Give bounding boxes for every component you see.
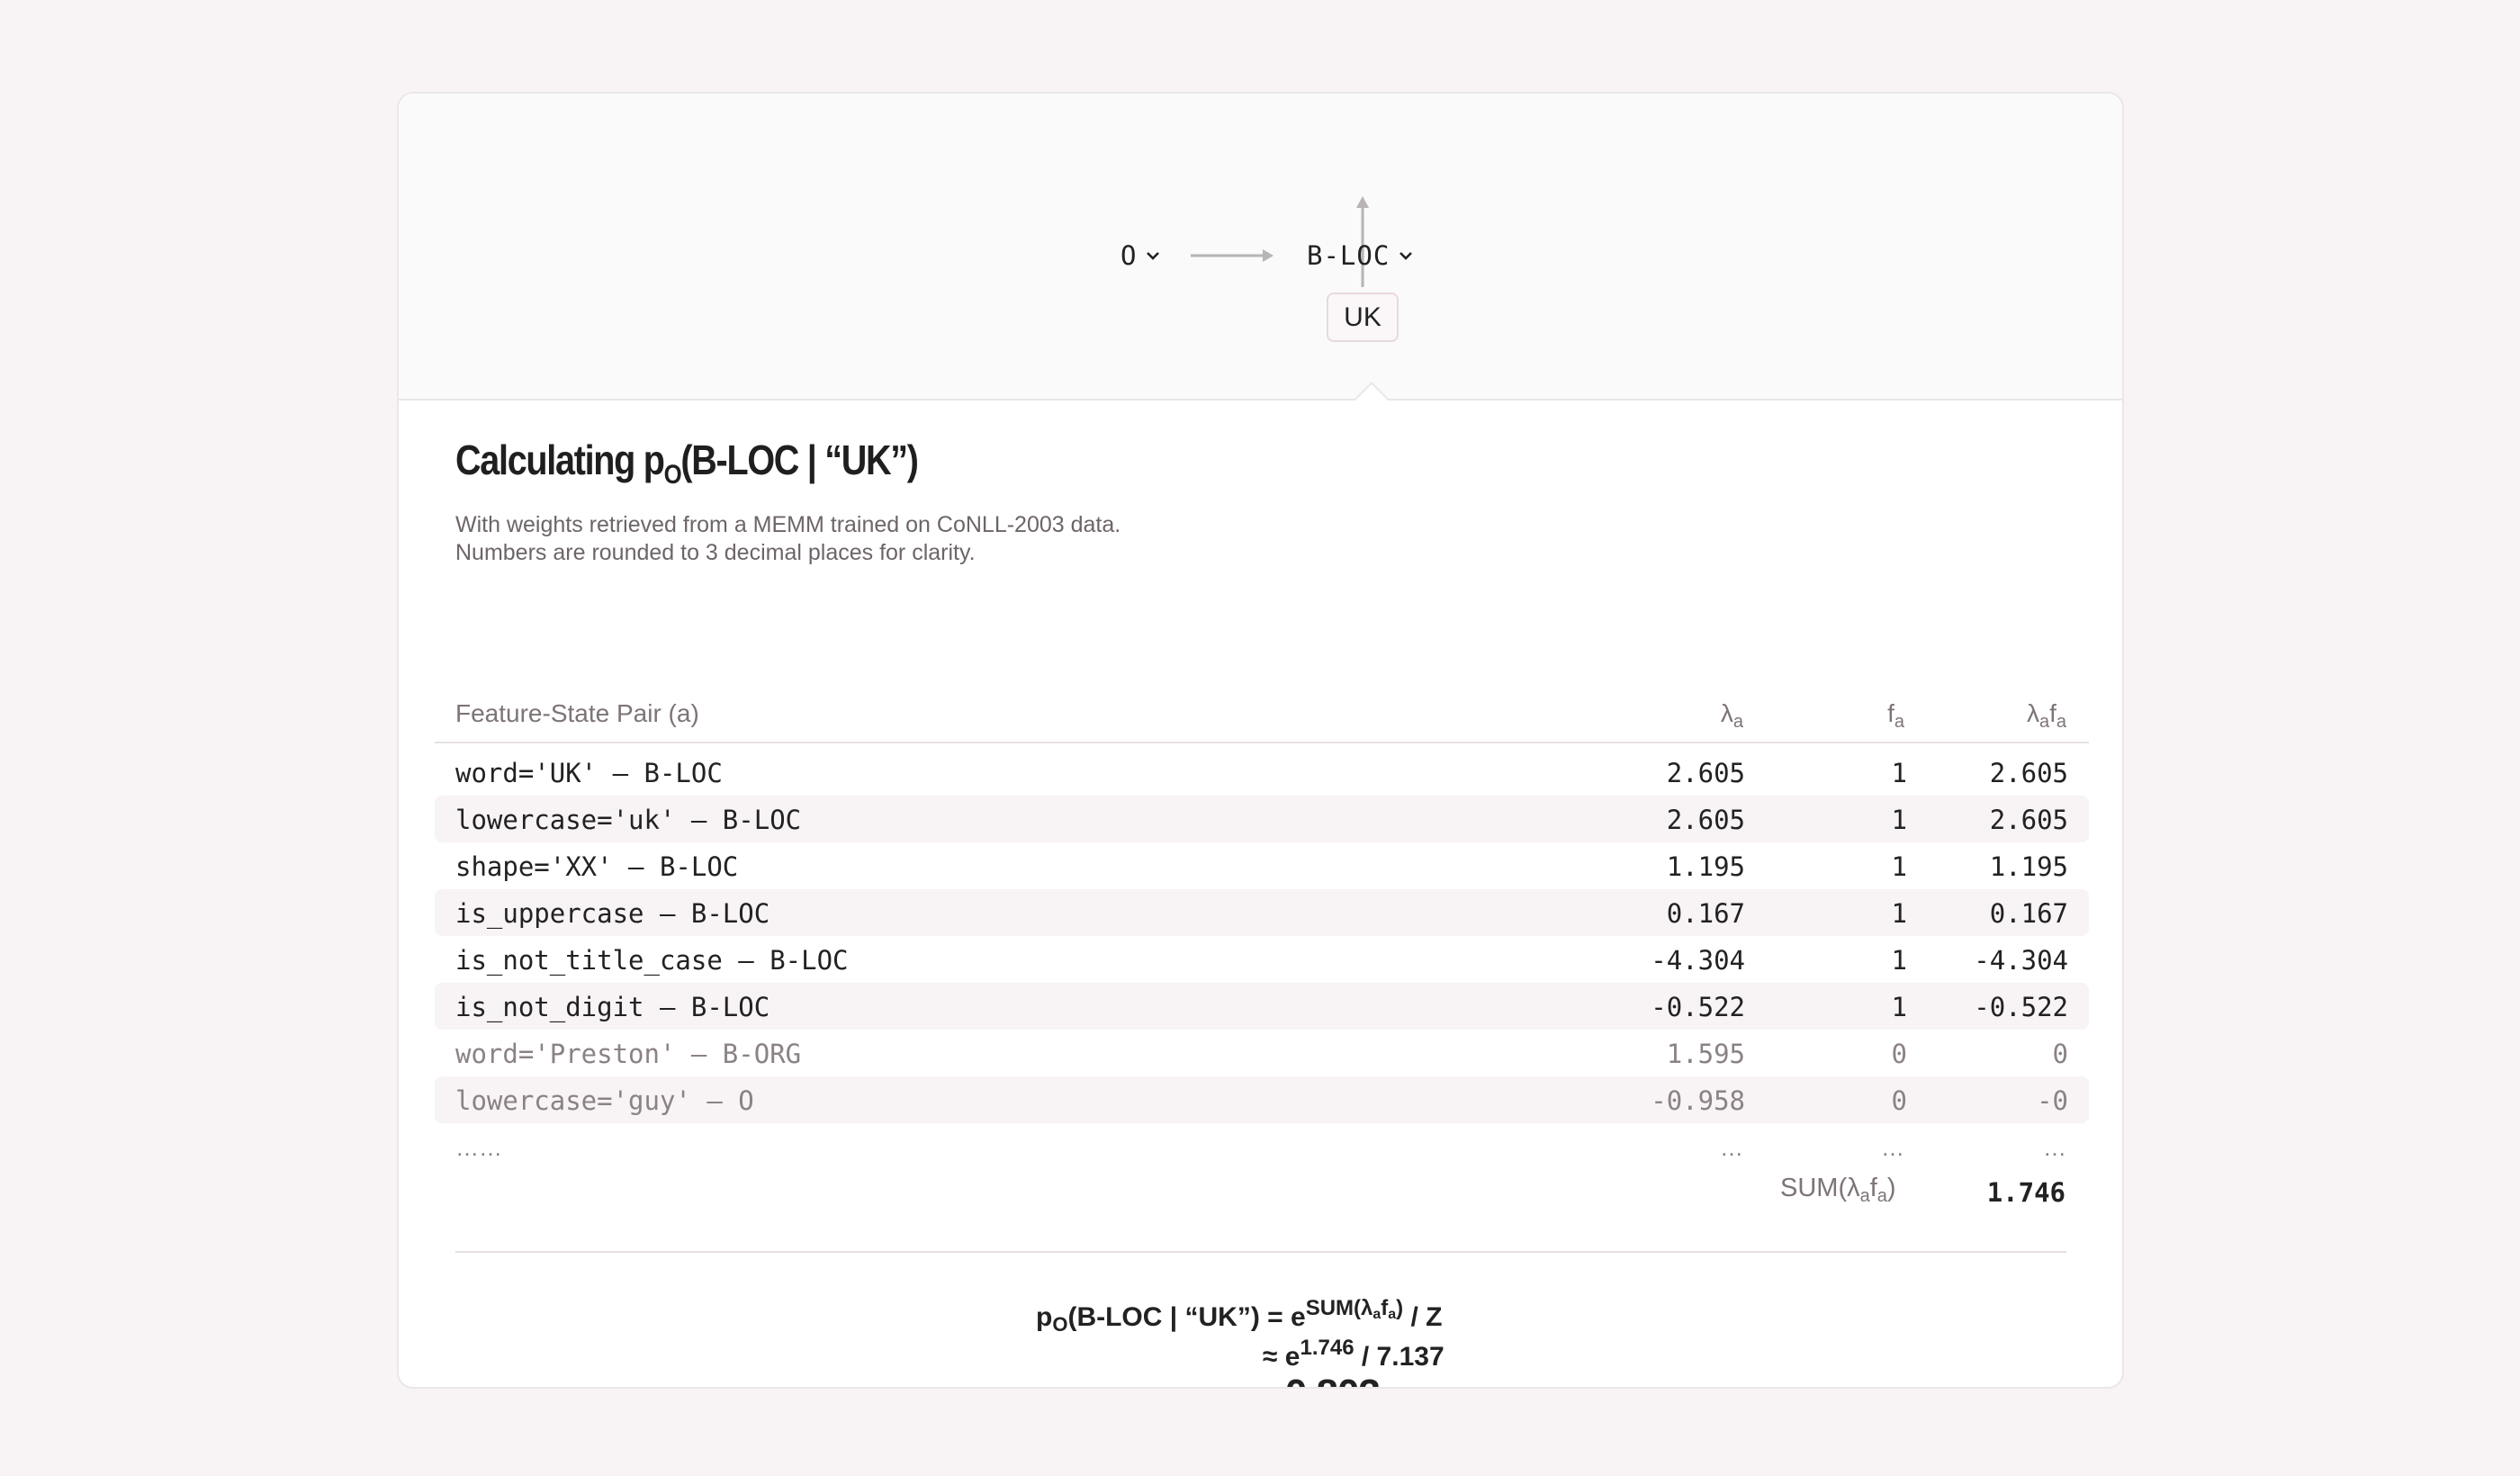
f-cell: 1	[1891, 851, 1907, 882]
title-prefix: Calculating p	[455, 436, 665, 483]
header-feature: Feature-State Pair (a)	[455, 699, 699, 727]
table-row: word='Preston' — B-ORG 1.595 0 0	[435, 1030, 2089, 1076]
transition-arrowhead	[1263, 249, 1274, 262]
to-state-dropdown[interactable]: B-LOC	[1307, 238, 1415, 274]
f-cell: 0	[1891, 1039, 1907, 1069]
title-suffix: (B-LOC | “UK”)	[680, 436, 919, 483]
product-cell: 1.195	[1989, 851, 2068, 882]
lambda-cell: -0.958	[1651, 1085, 1745, 1116]
f-cell: 0	[1891, 1085, 1907, 1116]
product-cell: -0	[2037, 1085, 2068, 1116]
f-cell: 1	[1891, 758, 1907, 788]
lambda-cell: -0.522	[1651, 992, 1745, 1022]
header-lambda: λa	[1720, 699, 1743, 732]
f-cell: 1	[1891, 945, 1907, 976]
f-cell: 1	[1891, 992, 1907, 1022]
f-cell: 1	[1891, 805, 1907, 835]
feature-cell: is_not_digit — B-LOC	[455, 992, 770, 1022]
header-divider	[435, 742, 2089, 743]
table-row: is_not_digit — B-LOC -0.522 1 -0.522	[435, 983, 2089, 1030]
lambda-cell: 1.595	[1666, 1039, 1745, 1069]
formula-line-2: ≈ e1.746 / 7.137	[1263, 1336, 1444, 1372]
feature-cell: word='Preston' — B-ORG	[455, 1039, 802, 1069]
chevron-down-icon	[1400, 252, 1413, 260]
chevron-down-icon	[1147, 252, 1160, 260]
product-cell: 2.605	[1989, 805, 2068, 835]
lambda-cell: 2.605	[1666, 758, 1745, 788]
lambda-cell: 0.167	[1666, 898, 1745, 929]
product-cell: -0.522	[1974, 992, 2068, 1022]
ellipsis-feature: ……	[455, 1134, 502, 1161]
feature-cell: lowercase='guy' — O	[455, 1085, 754, 1116]
to-state-label: B-LOC	[1307, 240, 1390, 271]
formula-divider	[455, 1251, 2066, 1253]
lambda-cell: 2.605	[1666, 805, 1745, 835]
ellipsis-product: …	[2043, 1134, 2066, 1161]
table-row: shape='XX' — B-LOC 1.195 1 1.195	[435, 842, 2089, 889]
ellipsis-lambda: …	[1720, 1134, 1743, 1161]
feature-cell: shape='XX' — B-LOC	[455, 851, 739, 882]
table-header: Feature-State Pair (a) λa fa λafa	[455, 692, 2066, 742]
from-state-dropdown[interactable]: O	[1120, 238, 1162, 274]
table-row: lowercase='uk' — B-LOC 2.605 1 2.605	[435, 796, 2089, 842]
product-cell: 0	[2052, 1039, 2068, 1069]
formula-line-1: pO(B-LOC | “UK”) = eSUM(λafa) / Z	[1036, 1296, 1443, 1336]
product-cell: 0.167	[1989, 898, 2068, 929]
header-f: fa	[1887, 699, 1904, 732]
sum-label: SUM(λafa)	[1780, 1174, 1896, 1206]
table-row: lowercase='guy' — O -0.958 0 -0	[435, 1076, 2089, 1123]
table-ellipsis-row: …… … … …	[455, 1134, 2066, 1161]
product-cell: 2.605	[1989, 758, 2068, 788]
probability-result: 0.803	[1285, 1372, 1381, 1387]
lambda-cell: -4.304	[1651, 945, 1745, 976]
feature-cell: is_uppercase — B-LOC	[455, 898, 770, 929]
observation-token: UK	[1327, 292, 1399, 342]
page-subtitle: With weights retrieved from a MEMM train…	[455, 512, 1121, 565]
page-title: Calculating pO(B-LOC | “UK”)	[455, 436, 919, 508]
diagram-arrows	[1191, 196, 1369, 287]
state-transition-diagram: O B-LOC UK	[399, 94, 2122, 400]
sum-value: 1.746	[1986, 1177, 2066, 1208]
lambda-cell: 1.195	[1666, 851, 1745, 882]
table-row: is_not_title_case — B-LOC -4.304 1 -4.30…	[435, 936, 2089, 983]
from-state-label: O	[1120, 240, 1138, 271]
product-cell: -4.304	[1974, 945, 2068, 976]
title-subscript: O	[663, 460, 682, 490]
formula-line-3: ≈ 0.803	[1263, 1372, 1381, 1387]
header-product: λafa	[2026, 699, 2066, 732]
feature-cell: lowercase='uk' — B-LOC	[455, 805, 802, 835]
table-body: word='UK' — B-LOC 2.605 1 2.605 lowercas…	[435, 749, 2089, 1123]
calculation-card: O B-LOC UK Calculating pO(B-LOC | “UK”) …	[397, 92, 2124, 1389]
ellipsis-f: …	[1881, 1134, 1904, 1161]
table-row: is_uppercase — B-LOC 0.167 1 0.167	[435, 889, 2089, 936]
f-cell: 1	[1891, 898, 1907, 929]
table-row: word='UK' — B-LOC 2.605 1 2.605	[435, 749, 2089, 796]
feature-cell: word='UK' — B-LOC	[455, 758, 723, 788]
feature-cell: is_not_title_case — B-LOC	[455, 945, 849, 976]
emission-arrowhead	[1356, 196, 1369, 208]
